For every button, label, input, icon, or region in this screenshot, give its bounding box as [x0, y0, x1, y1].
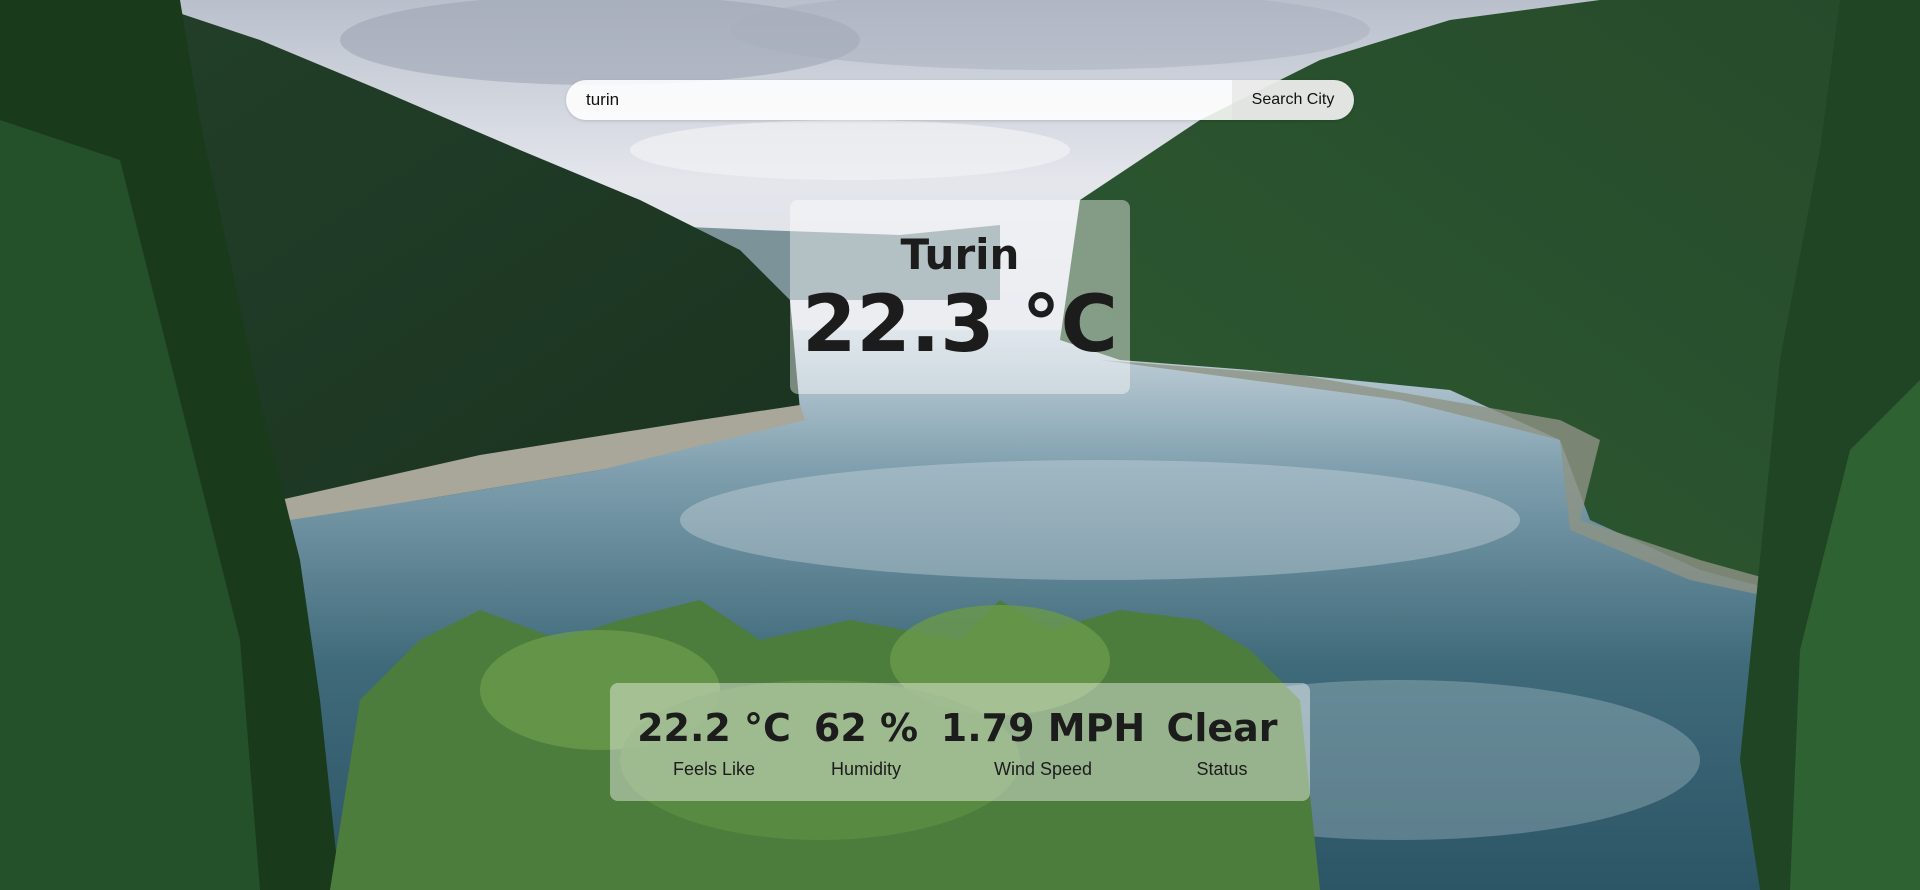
- current-weather-card: Turin 22.3 °C: [790, 200, 1130, 394]
- humidity-label: Humidity: [830, 759, 901, 779]
- feels-like-label: Feels Like: [672, 759, 756, 779]
- search-city-button[interactable]: Search City: [1232, 80, 1354, 120]
- wind-speed-detail: 1.79 MPH Wind Speed: [941, 683, 1145, 801]
- search-bar: Search City: [566, 80, 1354, 120]
- wind-speed-value: 1.79 MPH: [940, 706, 1146, 750]
- humidity-detail: 62 % Humidity: [814, 683, 918, 801]
- weather-details-card: 22.2 °C Feels Like 62 % Humidity 1.79 MP…: [610, 683, 1310, 801]
- current-temperature: 22.3 °C: [802, 280, 1118, 370]
- humidity-value: 62 %: [813, 706, 919, 750]
- status-label: Status: [1196, 759, 1248, 779]
- feels-like-detail: 22.2 °C Feels Like: [637, 683, 791, 801]
- city-search-input[interactable]: [566, 80, 1232, 120]
- status-detail: Clear Status: [1166, 683, 1277, 801]
- city-name: Turin: [900, 230, 1020, 279]
- status-value: Clear: [1166, 706, 1278, 750]
- weather-app: Search City Turin 22.3 °C 22.2 °C Feels …: [0, 0, 1920, 890]
- wind-speed-label: Wind Speed: [993, 759, 1093, 779]
- feels-like-value: 22.2 °C: [637, 706, 791, 750]
